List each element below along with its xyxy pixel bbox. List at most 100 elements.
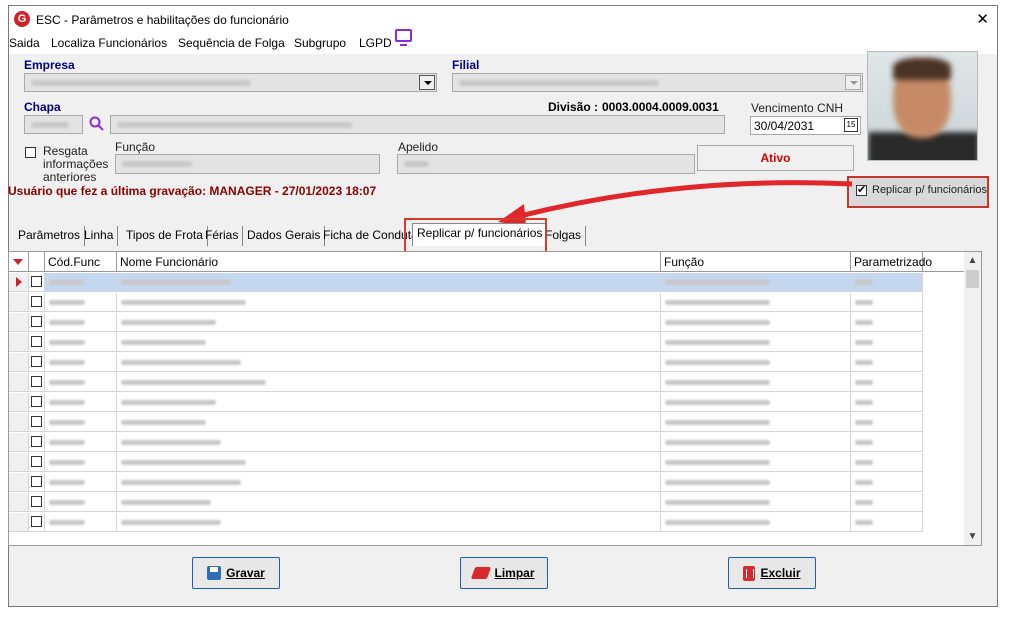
menu-subgrupo[interactable]: Subgrupo xyxy=(294,36,346,50)
sort-indicator-icon[interactable] xyxy=(9,252,29,272)
row-checkbox-cell xyxy=(29,473,45,492)
row-indicator xyxy=(9,273,29,292)
row-checkbox[interactable] xyxy=(31,416,42,427)
menu-lgpd[interactable]: LGPD xyxy=(359,36,392,50)
funcao-cell xyxy=(661,293,851,312)
scroll-up-icon[interactable]: ▲ xyxy=(964,252,981,269)
cod-func-cell xyxy=(45,413,117,432)
parametrizado-cell xyxy=(851,513,923,532)
parametrizado-cell xyxy=(851,493,923,512)
row-indicator xyxy=(9,413,29,432)
parametrizado-cell xyxy=(851,433,923,452)
table-row[interactable] xyxy=(9,393,965,412)
clear-button[interactable]: Limpar xyxy=(460,557,548,589)
row-checkbox[interactable] xyxy=(31,336,42,347)
table-row[interactable] xyxy=(9,373,965,392)
delete-button[interactable]: Excluir xyxy=(728,557,816,589)
row-checkbox[interactable] xyxy=(31,436,42,447)
table-row[interactable] xyxy=(9,333,965,352)
cod-func-cell xyxy=(45,313,117,332)
delete-button-label: Excluir xyxy=(760,566,801,580)
table-row[interactable] xyxy=(9,353,965,372)
filial-dropdown-icon[interactable] xyxy=(845,75,861,90)
nome-cell xyxy=(117,513,661,532)
funcao-cell xyxy=(661,393,851,412)
menu-saida[interactable]: Saida xyxy=(9,36,40,50)
table-row[interactable] xyxy=(9,293,965,312)
filial-value-blurred xyxy=(459,80,659,86)
table-row[interactable] xyxy=(9,413,965,432)
row-checkbox[interactable] xyxy=(31,316,42,327)
column-header-nome[interactable]: Nome Funcionário xyxy=(117,252,661,272)
table-row[interactable] xyxy=(9,433,965,452)
parametrizado-cell xyxy=(851,413,923,432)
row-checkbox-cell xyxy=(29,413,45,432)
vencimento-cnh-input[interactable]: 30/04/2031 15 xyxy=(750,116,861,135)
tab-linha[interactable]: Linha xyxy=(80,226,119,246)
tab-folgas[interactable]: Folgas xyxy=(541,226,587,246)
resgata-checkbox[interactable] xyxy=(25,147,36,158)
cod-func-cell xyxy=(45,473,117,492)
scroll-down-icon[interactable]: ▼ xyxy=(964,528,981,545)
row-checkbox-cell xyxy=(29,393,45,412)
menu-localiza-funcionarios[interactable]: Localiza Funcionários xyxy=(51,36,167,50)
select-all-column[interactable] xyxy=(29,252,45,272)
nome-cell xyxy=(117,413,661,432)
row-indicator xyxy=(9,353,29,372)
status-badge: Ativo xyxy=(697,145,854,171)
column-header-funcao[interactable]: Função xyxy=(661,252,851,272)
tab-tipos-de-frota[interactable]: Tipos de Frota xyxy=(122,226,208,246)
table-row[interactable] xyxy=(9,313,965,332)
row-indicator xyxy=(9,473,29,492)
row-checkbox[interactable] xyxy=(31,376,42,387)
row-checkbox[interactable] xyxy=(31,496,42,507)
empresa-dropdown-icon[interactable] xyxy=(419,75,435,90)
save-button-label: Gravar xyxy=(226,566,265,580)
row-checkbox[interactable] xyxy=(31,456,42,467)
column-header-cod-func[interactable]: Cód.Func xyxy=(45,252,117,272)
table-row[interactable] xyxy=(9,273,965,292)
funcionario-name-blurred xyxy=(117,122,352,128)
column-header-parametrizado[interactable]: Parametrizado xyxy=(851,252,932,272)
row-checkbox[interactable] xyxy=(31,276,42,287)
save-icon xyxy=(207,566,222,580)
table-row[interactable] xyxy=(9,513,965,532)
row-indicator xyxy=(9,293,29,312)
cod-func-cell xyxy=(45,353,117,372)
row-checkbox[interactable] xyxy=(31,396,42,407)
close-button[interactable]: ✕ xyxy=(976,10,989,28)
funcao-label: Função xyxy=(115,140,156,154)
tab-ferias[interactable]: Férias xyxy=(201,226,244,246)
funcionario-name-field xyxy=(110,115,725,134)
funcao-cell xyxy=(661,373,851,392)
chapa-input[interactable] xyxy=(24,115,83,134)
tab-parametros[interactable]: Parâmetros xyxy=(14,226,86,246)
save-button[interactable]: Gravar xyxy=(192,557,280,589)
menu-sequencia-de-folga[interactable]: Sequência de Folga xyxy=(178,36,285,50)
scroll-thumb[interactable] xyxy=(966,270,979,288)
tab-dados-gerais[interactable]: Dados Gerais xyxy=(243,226,326,246)
table-row[interactable] xyxy=(9,473,965,492)
row-checkbox-cell xyxy=(29,433,45,452)
table-row[interactable] xyxy=(9,493,965,512)
funcao-cell xyxy=(661,353,851,372)
calendar-icon[interactable]: 15 xyxy=(844,118,858,132)
search-icon[interactable] xyxy=(89,116,105,132)
table-row[interactable] xyxy=(9,453,965,472)
monitor-icon[interactable] xyxy=(395,29,412,46)
row-indicator xyxy=(9,373,29,392)
funcao-cell xyxy=(661,493,851,512)
row-indicator xyxy=(9,393,29,412)
clear-button-label: Limpar xyxy=(494,566,535,580)
row-checkbox[interactable] xyxy=(31,296,42,307)
row-indicator xyxy=(9,493,29,512)
funcao-cell xyxy=(661,273,851,292)
row-checkbox[interactable] xyxy=(31,516,42,527)
row-checkbox[interactable] xyxy=(31,476,42,487)
menu-bar: Saida Localiza Funcionários Sequência de… xyxy=(9,32,997,54)
grid-scrollbar[interactable]: ▲ ▼ xyxy=(964,252,981,545)
filial-select[interactable] xyxy=(452,73,863,92)
vencimento-cnh-label: Vencimento CNH xyxy=(751,101,844,115)
empresa-select[interactable] xyxy=(24,73,437,92)
row-checkbox[interactable] xyxy=(31,356,42,367)
